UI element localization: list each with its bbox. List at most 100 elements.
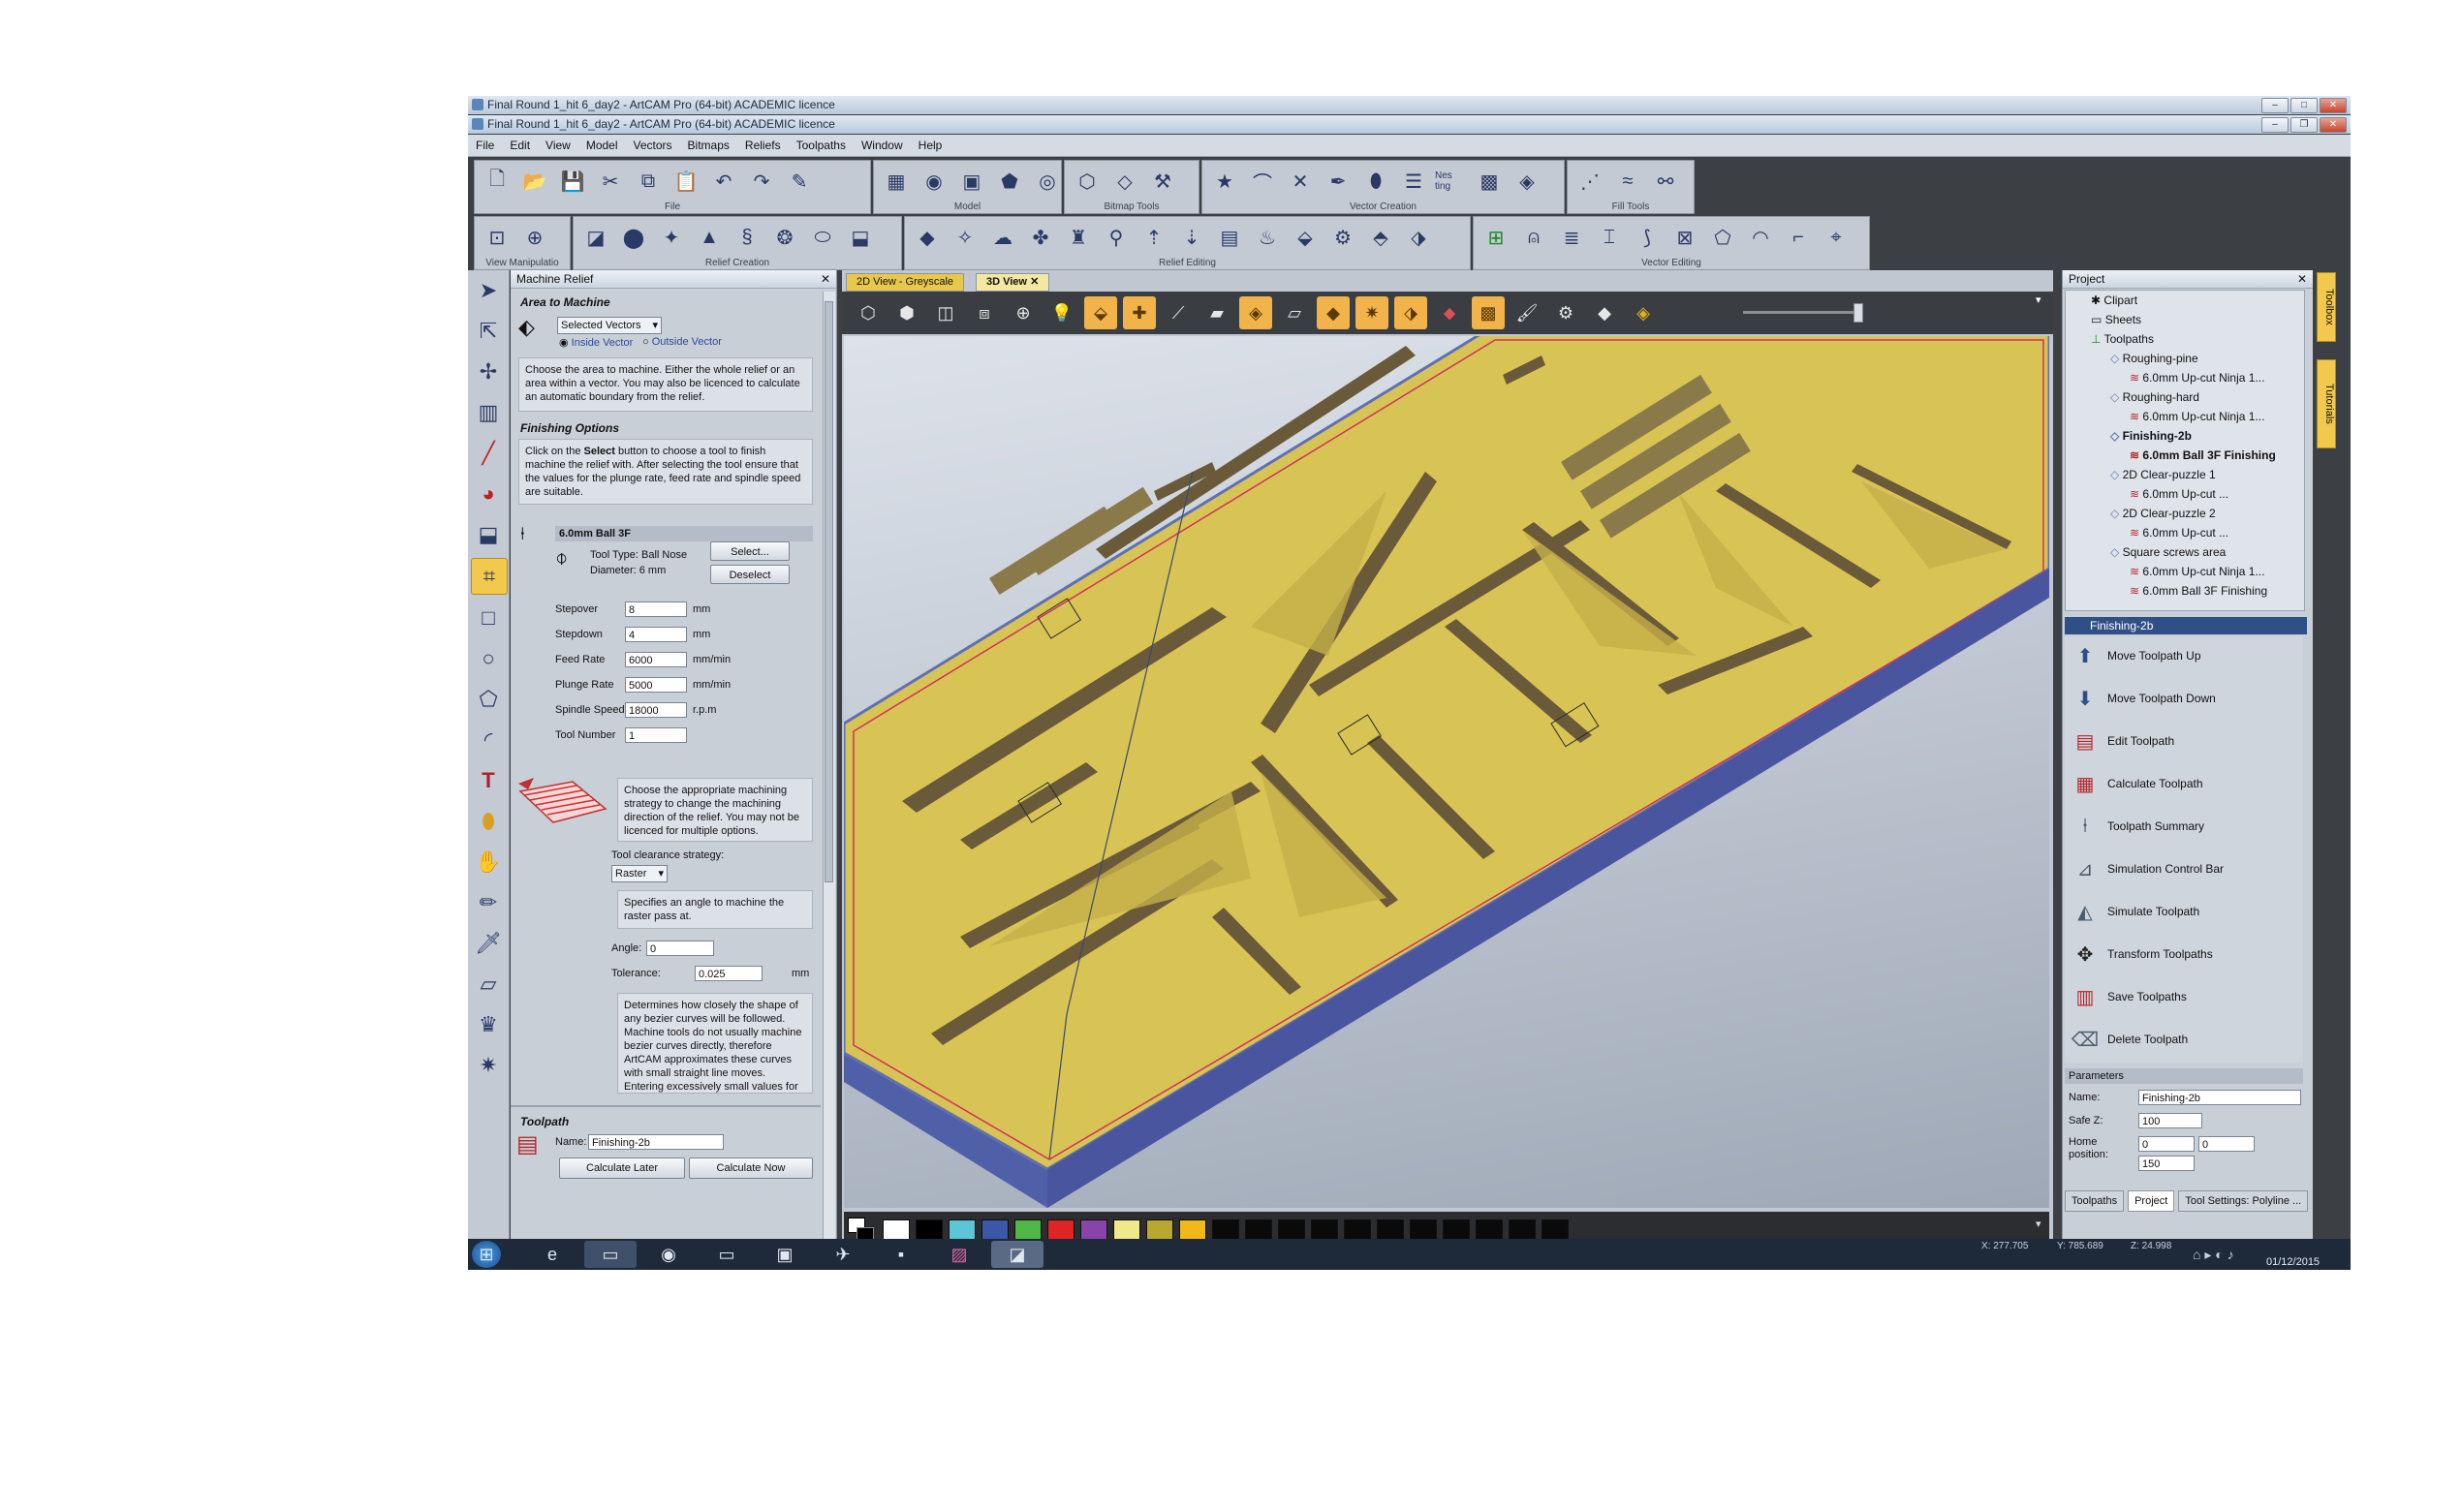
- palette-scroll-icon[interactable]: ▾: [2036, 1218, 2041, 1230]
- tree-item-tool[interactable]: ≋ 6.0mm Up-cut ...: [2130, 525, 2228, 540]
- relief-edit-paint-icon[interactable]: ⚙: [1326, 221, 1359, 254]
- relief-texture-icon[interactable]: ❂: [768, 221, 801, 254]
- edit-toolpath[interactable]: ▤ Edit Toolpath: [2071, 722, 2175, 760]
- tray-icons[interactable]: ⌂ ▸ ◐ ♪: [2193, 1247, 2234, 1263]
- relief-edit-erase-icon[interactable]: ⬗: [1402, 221, 1435, 254]
- diamond-icon[interactable]: ◆: [1588, 296, 1621, 329]
- edit-icon[interactable]: ✎: [783, 165, 816, 198]
- stepdown-input[interactable]: 4: [625, 627, 687, 642]
- tab-project[interactable]: Project: [2128, 1190, 2175, 1212]
- close-project-icon[interactable]: ✕: [2297, 270, 2307, 288]
- tree-item-roughing-hard[interactable]: ◇ Roughing-hard: [2110, 389, 2199, 405]
- eraser-icon[interactable]: ▱: [471, 967, 506, 1002]
- vector-pen-icon[interactable]: ✒: [1322, 165, 1355, 198]
- smudge-icon[interactable]: ✋: [471, 845, 506, 879]
- panel-scroll-thumb[interactable]: [825, 301, 833, 882]
- taskbar-ie-icon[interactable]: e: [526, 1241, 578, 1268]
- calculate-now-button[interactable]: Calculate Now: [689, 1157, 813, 1179]
- machine-relief-icon[interactable]: ⌗: [471, 558, 508, 595]
- tab-toolpaths[interactable]: Toolpaths: [2065, 1190, 2125, 1212]
- shaded-icon[interactable]: ◈: [1239, 296, 1272, 329]
- fill-nodes-icon[interactable]: ⋰: [1573, 165, 1606, 198]
- taskbar-eagle-icon[interactable]: ✈: [817, 1241, 869, 1268]
- menu-help[interactable]: Help: [911, 135, 950, 156]
- vector-edit-shape-icon[interactable]: ⬠: [1706, 221, 1739, 254]
- tree-item-roughing-pine[interactable]: ◇ Roughing-pine: [2110, 351, 2198, 366]
- raster-strategy-icon[interactable]: [514, 774, 607, 832]
- vector-star-icon[interactable]: ★: [1208, 165, 1241, 198]
- close-panel-icon[interactable]: ✕: [821, 270, 830, 288]
- tree-item-tool[interactable]: ≋ 6.0mm Up-cut Ninja 1...: [2130, 409, 2264, 424]
- color-layer-icon[interactable]: ⬥: [1433, 296, 1466, 329]
- tree-item-2d-clear-puzzle-2[interactable]: ◇ 2D Clear-puzzle 2: [2110, 506, 2216, 521]
- save-icon[interactable]: 💾: [556, 165, 589, 198]
- restore-button[interactable]: ❐: [2290, 117, 2318, 133]
- simulation-control-bar[interactable]: ⊿ Simulation Control Bar: [2071, 849, 2224, 888]
- home-x-input[interactable]: 0: [2138, 1136, 2195, 1152]
- tutorials-side-tab[interactable]: Tutorials: [2317, 359, 2336, 448]
- simulate-toolpath[interactable]: ◭ Simulate Toolpath: [2071, 892, 2199, 931]
- close-tab-icon[interactable]: ✕: [1030, 276, 1039, 288]
- relief-edit-pin-icon[interactable]: ⚲: [1100, 221, 1133, 254]
- layer-paint-icon[interactable]: ⬓: [471, 517, 506, 552]
- spindle-speed-input[interactable]: 18000: [625, 702, 687, 718]
- vector-edit-center-icon[interactable]: ⌖: [1820, 221, 1853, 254]
- toolpath-name-input[interactable]: Finishing-2b: [588, 1134, 724, 1150]
- texture-icon[interactable]: ▩: [1472, 296, 1505, 329]
- relief-edit-stamp-icon[interactable]: ♜: [1062, 221, 1095, 254]
- relief-edit-diamond-icon[interactable]: ◆: [911, 221, 944, 254]
- taskbar-monitor-icon[interactable]: ▭: [701, 1241, 753, 1268]
- relief-edit-smooth-icon[interactable]: ☁: [986, 221, 1019, 254]
- angle-input[interactable]: 0: [646, 941, 714, 956]
- relief-blob-icon[interactable]: ⬤: [617, 221, 650, 254]
- tree-item-square-screws-area[interactable]: ◇ Square screws area: [2110, 544, 2226, 560]
- relief-edit-up-icon[interactable]: ⇡: [1137, 221, 1170, 254]
- side-view-icon[interactable]: ◫: [929, 296, 962, 329]
- vector-curve-icon[interactable]: ⌒: [1246, 165, 1279, 198]
- select-arrow-icon[interactable]: ➤: [471, 273, 506, 308]
- vector-layers-icon[interactable]: ☰: [1397, 165, 1430, 198]
- tab-2d-view[interactable]: 2D View - Greyscale: [846, 273, 965, 292]
- tree-item-toolpaths[interactable]: ⊥ Toolpaths: [2091, 331, 2154, 347]
- open-folder-icon[interactable]: 📂: [518, 165, 551, 198]
- vector-edit-stripes-icon[interactable]: ≣: [1555, 221, 1588, 254]
- tree-item-tool[interactable]: ≋ 6.0mm Up-cut Ninja 1...: [2130, 370, 2264, 386]
- drop-icon[interactable]: ⬮: [471, 804, 506, 839]
- paintbrush-icon[interactable]: 🖌: [1511, 296, 1543, 329]
- save-toolpaths[interactable]: ▥ Save Toolpaths: [2071, 977, 2187, 1016]
- model-stamp-icon[interactable]: ⬟: [993, 165, 1026, 198]
- menu-bitmaps[interactable]: Bitmaps: [680, 135, 737, 156]
- vector-grid-icon[interactable]: ▩: [1473, 165, 1506, 198]
- tree-item-tool[interactable]: ≋ 6.0mm Ball 3F Finishing: [2130, 447, 2276, 463]
- tree-item-2d-clear-puzzle-1[interactable]: ◇ 2D Clear-puzzle 1: [2110, 467, 2216, 482]
- relief-edit-cake-icon[interactable]: ♨: [1251, 221, 1284, 254]
- model-image-icon[interactable]: ▣: [955, 165, 988, 198]
- plunge-rate-input[interactable]: 5000: [625, 677, 687, 693]
- menu-view[interactable]: View: [538, 135, 578, 156]
- tree-item-clipart[interactable]: ✱ Clipart: [2091, 293, 2137, 308]
- view-window-icon[interactable]: ⊡: [481, 221, 514, 254]
- view-globe-icon[interactable]: ⊕: [518, 221, 551, 254]
- menu-window[interactable]: Window: [854, 135, 911, 156]
- vector-edit-grid-icon[interactable]: ⊠: [1668, 221, 1701, 254]
- maximize-button[interactable]: □: [2290, 98, 2318, 113]
- title-bar-front[interactable]: Final Round 1_hit 6_day2 - ArtCAM Pro (6…: [468, 115, 2351, 134]
- move-toolpath-down[interactable]: ⬇ Move Toolpath Down: [2071, 679, 2216, 718]
- transform-icon[interactable]: ✢: [471, 355, 506, 389]
- vector-stack-icon[interactable]: ◈: [1511, 165, 1543, 198]
- line-draw-icon[interactable]: ╱: [471, 436, 506, 471]
- model-size-icon[interactable]: ▦: [880, 165, 913, 198]
- minimize-button[interactable]: –: [2261, 117, 2289, 133]
- paint-icon[interactable]: ◕: [471, 477, 506, 511]
- tree-item-sheets[interactable]: ▭ Sheets: [2091, 312, 2141, 327]
- copy-icon[interactable]: ⧉: [632, 165, 665, 198]
- paste-icon[interactable]: 📋: [670, 165, 702, 198]
- taskbar-indesign-icon[interactable]: ▨: [933, 1241, 985, 1268]
- relief-shapes-icon[interactable]: ◪: [579, 221, 612, 254]
- text-icon[interactable]: T: [471, 763, 506, 798]
- menu-edit[interactable]: Edit: [502, 135, 538, 156]
- menu-reliefs[interactable]: Reliefs: [737, 135, 789, 156]
- circle-icon[interactable]: ○: [471, 641, 506, 676]
- vector-cross-icon[interactable]: ✕: [1284, 165, 1317, 198]
- undo-icon[interactable]: ↶: [707, 165, 740, 198]
